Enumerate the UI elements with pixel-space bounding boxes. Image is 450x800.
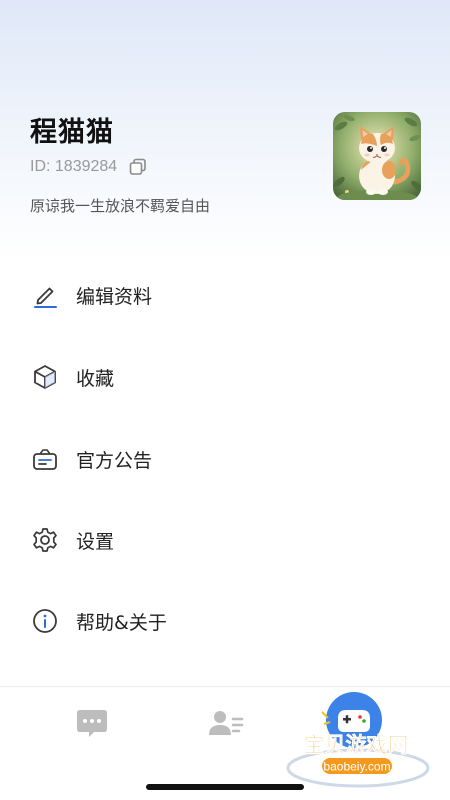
box-icon xyxy=(34,365,56,389)
user-bio: 原谅我一生放浪不羁爱自由 xyxy=(30,197,211,215)
menu-item-label: 官方公告 xyxy=(76,449,153,472)
gear-icon xyxy=(33,528,57,552)
watermark-logo: 宝贝游戏网 baobeiy.com xyxy=(286,692,430,788)
profile-icon[interactable] xyxy=(206,707,246,743)
menu-item-label: 帮助&关于 xyxy=(76,611,167,634)
username: 程猫猫 xyxy=(30,117,114,148)
announcement-icon xyxy=(33,449,57,470)
home-indicator xyxy=(146,784,304,790)
chat-icon[interactable] xyxy=(72,707,112,743)
avatar[interactable] xyxy=(333,112,421,200)
menu-item-label: 收藏 xyxy=(76,367,115,390)
user-id-row: ID: 1839284 xyxy=(30,157,147,177)
menu-item-label: 编辑资料 xyxy=(76,285,153,308)
cat-avatar-image xyxy=(333,112,421,200)
watermark-title: 宝贝游戏网 xyxy=(304,733,409,757)
info-icon xyxy=(33,609,57,633)
edit-icon xyxy=(34,287,57,308)
menu-item-label: 设置 xyxy=(76,530,115,553)
menu-item-edit-profile[interactable]: 编辑资料 xyxy=(0,265,450,325)
menu-item-settings[interactable]: 设置 xyxy=(0,510,450,570)
menu-item-help-about[interactable]: 帮助&关于 xyxy=(0,591,450,651)
menu-item-favorites[interactable]: 收藏 xyxy=(0,347,450,407)
profile-header: 程猫猫 ID: 1839284 原谅我一生放浪不羁爱自由 xyxy=(0,0,450,240)
menu-item-announcements[interactable]: 官方公告 xyxy=(0,429,450,489)
user-id: ID: 1839284 xyxy=(30,158,118,175)
watermark-url: baobeiy.com xyxy=(323,760,390,774)
copy-icon[interactable] xyxy=(129,158,147,176)
